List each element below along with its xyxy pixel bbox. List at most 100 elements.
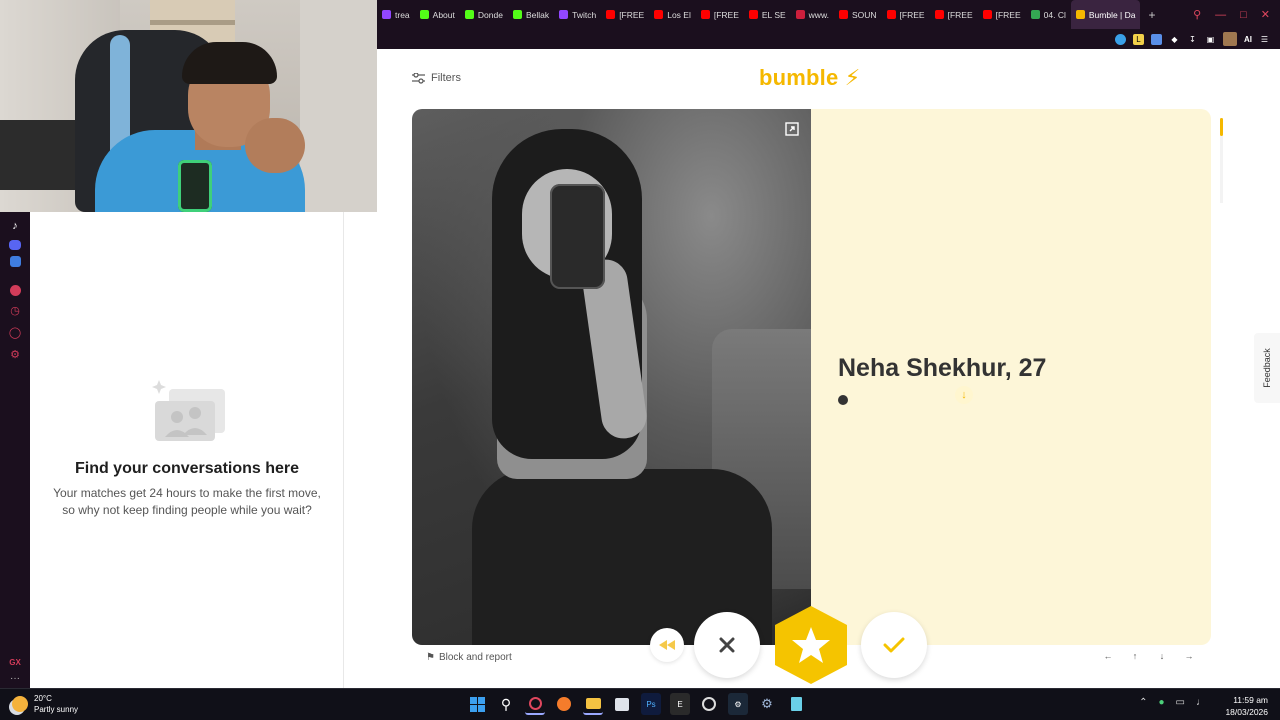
extension-icon[interactable]: L xyxy=(1133,33,1144,45)
download-icon[interactable]: ↧ xyxy=(1187,34,1198,45)
microphone-icon[interactable]: ● xyxy=(1159,697,1165,708)
volume-icon[interactable]: ♩ xyxy=(1196,697,1206,708)
notepad-icon[interactable] xyxy=(786,693,806,715)
tab-favicon xyxy=(382,10,391,19)
tab-favicon xyxy=(606,10,616,19)
photoshop-icon[interactable]: Ps xyxy=(641,693,661,715)
browser-tab[interactable]: [FREE xyxy=(696,0,744,29)
clock[interactable]: 11:59 am 18/03/2026 xyxy=(1225,694,1268,718)
up-arrow-hint: ↑ xyxy=(1132,651,1138,661)
discord-icon[interactable] xyxy=(9,240,21,250)
ea-app-icon[interactable] xyxy=(699,693,719,715)
menu-icon[interactable]: ☰ xyxy=(1259,34,1270,45)
tab-favicon xyxy=(886,10,896,19)
browser-tab[interactable]: Twitch xyxy=(554,0,601,29)
flag-icon: ⚑ xyxy=(426,652,435,663)
browser-tab[interactable]: Donde xyxy=(460,0,508,29)
file-explorer-icon[interactable] xyxy=(583,693,603,715)
search-tabs-icon[interactable]: ⚲ xyxy=(1193,8,1201,21)
sliders-icon xyxy=(412,72,425,84)
browser-tab[interactable]: trea xyxy=(377,0,415,29)
monitor-icon[interactable]: ▭ xyxy=(1176,697,1185,708)
window-controls: ⚲ — □ ✕ xyxy=(1193,0,1280,29)
settings-icon[interactable]: ⚙ xyxy=(7,346,23,362)
browser-tab[interactable]: [FREE xyxy=(601,0,649,29)
check-icon xyxy=(883,637,905,653)
weather-condition: Partly sunny xyxy=(34,705,79,714)
messenger-icon[interactable] xyxy=(9,256,21,267)
conversations-title: Find your conversations here xyxy=(74,460,300,477)
browser-tab[interactable]: [FREE xyxy=(882,0,930,29)
new-tab-button[interactable]: + xyxy=(1140,8,1163,22)
store-icon[interactable] xyxy=(612,693,632,715)
tab-favicon xyxy=(982,10,992,19)
camera-icon[interactable]: ▣ xyxy=(1205,34,1216,45)
chat-icon[interactable]: ◯ xyxy=(7,324,23,340)
scroll-down-icon[interactable]: ↓ xyxy=(955,386,973,404)
temperature: 20°C xyxy=(34,694,52,703)
weather-widget[interactable]: 20°C Partly sunny xyxy=(12,693,78,715)
browser-tab[interactable]: Los El xyxy=(649,0,696,29)
like-button[interactable] xyxy=(861,612,927,678)
browser-tab-active[interactable]: Bumble | Da xyxy=(1070,0,1141,29)
browser-tab[interactable]: www. xyxy=(791,0,834,29)
scroll-thumb[interactable] xyxy=(1220,118,1223,136)
tiktok-icon[interactable]: ♪ xyxy=(7,218,23,234)
tab-favicon xyxy=(700,10,710,19)
browser-tab[interactable]: EL SE xyxy=(744,0,791,29)
close-icon[interactable]: ✕ xyxy=(1261,8,1270,21)
browser-tab[interactable]: [FREE xyxy=(978,0,1026,29)
ai-button[interactable]: AI xyxy=(1244,35,1252,44)
partly-sunny-icon xyxy=(12,696,28,712)
conversations-panel: Find your conversations here Your matche… xyxy=(30,212,344,688)
puzzle-icon[interactable]: ◆ xyxy=(1169,34,1180,45)
empty-conversations-illustration xyxy=(152,380,225,441)
backtrack-button[interactable] xyxy=(650,628,684,662)
steam-icon[interactable]: ⚙ xyxy=(728,693,748,715)
pass-button[interactable] xyxy=(694,612,760,678)
profile-photo[interactable] xyxy=(412,109,811,645)
minimize-icon[interactable]: — xyxy=(1215,9,1226,21)
tab-favicon xyxy=(1075,10,1085,19)
vpn-icon[interactable] xyxy=(1115,33,1126,45)
extension-icon[interactable] xyxy=(1151,33,1162,45)
browser-tab[interactable]: About xyxy=(415,0,460,29)
history-icon[interactable]: ◷ xyxy=(7,302,23,318)
keyboard-hints: ← ↑ ↓ → xyxy=(1103,651,1194,661)
browser-icon[interactable] xyxy=(554,693,574,715)
feedback-tab[interactable]: Feedback xyxy=(1254,333,1280,403)
time: 11:59 am xyxy=(1233,695,1268,705)
bumble-logo[interactable]: bumble ⚡ xyxy=(759,65,860,91)
extension-bar: L ◆ ↧ ▣ AI ☰ xyxy=(377,29,1280,49)
maximize-icon[interactable]: □ xyxy=(1240,9,1247,21)
taskbar: 20°C Partly sunny ⚲ Ps E ⚙ ⚙ ⌃ ● ▭ ♩ 11:… xyxy=(0,688,1280,720)
tab-favicon xyxy=(559,10,569,19)
bumble-header: Filters bumble ⚡ xyxy=(377,49,1280,109)
block-report-link[interactable]: ⚑ Block and report xyxy=(426,652,512,663)
lightning-icon: ⚡ xyxy=(844,65,861,90)
conversations-subtitle: Your matches get 24 hours to make the fi… xyxy=(53,486,321,517)
rewind-icon xyxy=(659,640,675,650)
opera-gx-icon[interactable] xyxy=(525,693,545,715)
chevron-up-icon[interactable]: ⌃ xyxy=(1139,697,1147,708)
more-icon[interactable]: ··· xyxy=(0,673,30,684)
epic-games-icon[interactable]: E xyxy=(670,693,690,715)
browser-tab[interactable]: Bellak xyxy=(508,0,554,29)
filters-button[interactable]: Filters xyxy=(412,72,461,84)
browser-tab[interactable]: [FREE xyxy=(930,0,978,29)
settings-app-icon[interactable]: ⚙ xyxy=(757,693,777,715)
tab-favicon xyxy=(934,10,944,19)
avatar[interactable] xyxy=(1223,32,1237,46)
search-icon[interactable]: ⚲ xyxy=(496,693,516,715)
superswipe-button[interactable] xyxy=(772,605,850,685)
spotify-icon[interactable] xyxy=(9,285,21,296)
tab-favicon xyxy=(838,10,848,19)
browser-tab[interactable]: 04. Cl xyxy=(1026,0,1071,29)
tab-favicon xyxy=(1030,10,1040,19)
windows-start-icon[interactable] xyxy=(467,693,487,715)
tab-favicon xyxy=(748,10,758,19)
right-arrow-hint: → xyxy=(1184,651,1194,661)
tab-favicon xyxy=(795,10,805,19)
expand-icon[interactable] xyxy=(785,122,799,136)
browser-tab[interactable]: SOUN xyxy=(834,0,882,29)
